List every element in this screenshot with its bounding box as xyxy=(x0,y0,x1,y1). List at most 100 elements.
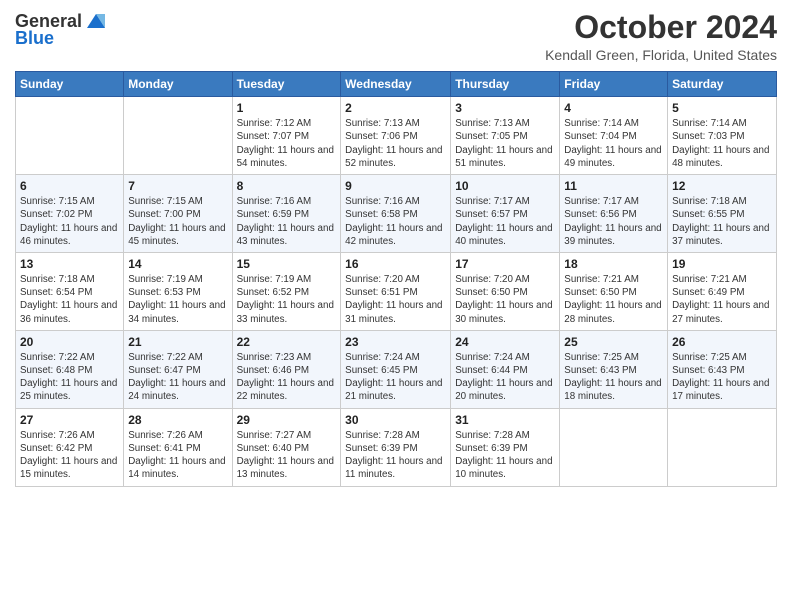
calendar-cell: 30 Sunrise: 7:28 AMSunset: 6:39 PMDayligh… xyxy=(341,408,451,486)
day-number: 15 xyxy=(237,257,337,271)
day-number: 1 xyxy=(237,101,337,115)
day-number: 30 xyxy=(345,413,446,427)
calendar-week-row: 13Sunrise: 7:18 AMSunset: 6:54 PMDayligh… xyxy=(16,252,777,330)
day-number: 3 xyxy=(455,101,555,115)
day-header-tuesday: Tuesday xyxy=(232,72,341,97)
day-number: 4 xyxy=(564,101,663,115)
day-number: 7 xyxy=(128,179,227,193)
calendar-cell: 24 Sunrise: 7:24 AMSunset: 6:44 PMDayligh… xyxy=(451,330,560,408)
calendar-cell: 6Sunrise: 7:15 AMSunset: 7:02 PMDaylight… xyxy=(16,175,124,253)
day-info: Sunrise: 7:24 AMSunset: 6:45 PMDaylight:… xyxy=(345,351,446,404)
calendar-week-row: 27Sunrise: 7:26 AMSunset: 6:42 PMDayligh… xyxy=(16,408,777,486)
day-info: Sunrise: 7:16 AMSunset: 6:58 PMDaylight:… xyxy=(345,195,446,248)
calendar-cell: 7Sunrise: 7:15 AMSunset: 7:00 PMDaylight… xyxy=(124,175,232,253)
location: Kendall Green, Florida, United States xyxy=(545,47,777,63)
day-number: 24 xyxy=(455,335,555,349)
day-number: 21 xyxy=(128,335,227,349)
day-info: Sunrise: 7:19 AMSunset: 6:52 PMDaylight:… xyxy=(237,273,337,326)
day-number: 8 xyxy=(237,179,337,193)
calendar-cell: 8 Sunrise: 7:16 AMSunset: 6:59 PMDaylight… xyxy=(232,175,341,253)
header: General Blue October 2024 Kendall Green,… xyxy=(15,10,777,63)
day-info: Sunrise: 7:22 AMSunset: 6:48 PMDaylight:… xyxy=(20,351,119,404)
day-number: 20 xyxy=(20,335,119,349)
calendar-cell: 4 Sunrise: 7:14 AMSunset: 7:04 PMDaylight… xyxy=(560,97,668,175)
day-number: 9 xyxy=(345,179,446,193)
day-header-thursday: Thursday xyxy=(451,72,560,97)
day-info: Sunrise: 7:13 AMSunset: 7:05 PMDaylight:… xyxy=(455,117,555,170)
logo-triangle-icon xyxy=(85,10,107,32)
calendar-cell: 12 Sunrise: 7:18 AMSunset: 6:55 PMDayligh… xyxy=(668,175,777,253)
day-info: Sunrise: 7:25 AMSunset: 6:43 PMDaylight:… xyxy=(564,351,663,404)
calendar-cell: 10 Sunrise: 7:17 AMSunset: 6:57 PMDayligh… xyxy=(451,175,560,253)
day-info: Sunrise: 7:24 AMSunset: 6:44 PMDaylight:… xyxy=(455,351,555,404)
calendar-cell: 18 Sunrise: 7:21 AMSunset: 6:50 PMDayligh… xyxy=(560,252,668,330)
calendar-cell: 11 Sunrise: 7:17 AMSunset: 6:56 PMDayligh… xyxy=(560,175,668,253)
day-info: Sunrise: 7:28 AMSunset: 6:39 PMDaylight:… xyxy=(345,429,446,482)
calendar-cell xyxy=(560,408,668,486)
calendar-cell: 15 Sunrise: 7:19 AMSunset: 6:52 PMDayligh… xyxy=(232,252,341,330)
day-info: Sunrise: 7:25 AMSunset: 6:43 PMDaylight:… xyxy=(672,351,772,404)
calendar-cell: 9 Sunrise: 7:16 AMSunset: 6:58 PMDaylight… xyxy=(341,175,451,253)
day-number: 14 xyxy=(128,257,227,271)
calendar-cell: 26 Sunrise: 7:25 AMSunset: 6:43 PMDayligh… xyxy=(668,330,777,408)
day-info: Sunrise: 7:18 AMSunset: 6:55 PMDaylight:… xyxy=(672,195,772,248)
day-number: 16 xyxy=(345,257,446,271)
day-info: Sunrise: 7:21 AMSunset: 6:49 PMDaylight:… xyxy=(672,273,772,326)
calendar-cell: 31Sunrise: 7:28 AMSunset: 6:39 PMDayligh… xyxy=(451,408,560,486)
calendar-week-row: 6Sunrise: 7:15 AMSunset: 7:02 PMDaylight… xyxy=(16,175,777,253)
calendar-cell: 23 Sunrise: 7:24 AMSunset: 6:45 PMDayligh… xyxy=(341,330,451,408)
day-info: Sunrise: 7:18 AMSunset: 6:54 PMDaylight:… xyxy=(20,273,119,326)
calendar-cell: 3 Sunrise: 7:13 AMSunset: 7:05 PMDaylight… xyxy=(451,97,560,175)
day-info: Sunrise: 7:14 AMSunset: 7:04 PMDaylight:… xyxy=(564,117,663,170)
day-info: Sunrise: 7:20 AMSunset: 6:51 PMDaylight:… xyxy=(345,273,446,326)
calendar-cell: 5 Sunrise: 7:14 AMSunset: 7:03 PMDaylight… xyxy=(668,97,777,175)
calendar-cell xyxy=(16,97,124,175)
calendar-cell: 25 Sunrise: 7:25 AMSunset: 6:43 PMDayligh… xyxy=(560,330,668,408)
calendar-cell: 1 Sunrise: 7:12 AMSunset: 7:07 PMDaylight… xyxy=(232,97,341,175)
calendar-cell: 19 Sunrise: 7:21 AMSunset: 6:49 PMDayligh… xyxy=(668,252,777,330)
calendar-header-row: SundayMondayTuesdayWednesdayThursdayFrid… xyxy=(16,72,777,97)
day-info: Sunrise: 7:15 AMSunset: 7:02 PMDaylight:… xyxy=(20,195,119,248)
calendar-cell: 2Sunrise: 7:13 AMSunset: 7:06 PMDaylight… xyxy=(341,97,451,175)
day-number: 27 xyxy=(20,413,119,427)
calendar-cell: 20 Sunrise: 7:22 AMSunset: 6:48 PMDayligh… xyxy=(16,330,124,408)
calendar-table: SundayMondayTuesdayWednesdayThursdayFrid… xyxy=(15,71,777,486)
day-info: Sunrise: 7:23 AMSunset: 6:46 PMDaylight:… xyxy=(237,351,337,404)
day-info: Sunrise: 7:17 AMSunset: 6:57 PMDaylight:… xyxy=(455,195,555,248)
day-info: Sunrise: 7:22 AMSunset: 6:47 PMDaylight:… xyxy=(128,351,227,404)
day-info: Sunrise: 7:28 AMSunset: 6:39 PMDaylight:… xyxy=(455,429,555,482)
logo: General Blue xyxy=(15,10,107,49)
day-number: 11 xyxy=(564,179,663,193)
day-header-wednesday: Wednesday xyxy=(341,72,451,97)
day-number: 28 xyxy=(128,413,227,427)
day-number: 25 xyxy=(564,335,663,349)
day-number: 23 xyxy=(345,335,446,349)
calendar-cell xyxy=(668,408,777,486)
day-info: Sunrise: 7:14 AMSunset: 7:03 PMDaylight:… xyxy=(672,117,772,170)
day-info: Sunrise: 7:16 AMSunset: 6:59 PMDaylight:… xyxy=(237,195,337,248)
day-info: Sunrise: 7:20 AMSunset: 6:50 PMDaylight:… xyxy=(455,273,555,326)
day-header-saturday: Saturday xyxy=(668,72,777,97)
calendar-cell: 16 Sunrise: 7:20 AMSunset: 6:51 PMDayligh… xyxy=(341,252,451,330)
calendar-cell: 28Sunrise: 7:26 AMSunset: 6:41 PMDayligh… xyxy=(124,408,232,486)
day-header-monday: Monday xyxy=(124,72,232,97)
day-number: 18 xyxy=(564,257,663,271)
day-number: 26 xyxy=(672,335,772,349)
day-info: Sunrise: 7:17 AMSunset: 6:56 PMDaylight:… xyxy=(564,195,663,248)
day-number: 10 xyxy=(455,179,555,193)
day-header-friday: Friday xyxy=(560,72,668,97)
day-number: 19 xyxy=(672,257,772,271)
calendar-cell: 29Sunrise: 7:27 AMSunset: 6:40 PMDayligh… xyxy=(232,408,341,486)
calendar-cell: 14Sunrise: 7:19 AMSunset: 6:53 PMDayligh… xyxy=(124,252,232,330)
day-info: Sunrise: 7:21 AMSunset: 6:50 PMDaylight:… xyxy=(564,273,663,326)
day-number: 5 xyxy=(672,101,772,115)
calendar-cell xyxy=(124,97,232,175)
day-info: Sunrise: 7:12 AMSunset: 7:07 PMDaylight:… xyxy=(237,117,337,170)
calendar-cell: 17 Sunrise: 7:20 AMSunset: 6:50 PMDayligh… xyxy=(451,252,560,330)
day-number: 2 xyxy=(345,101,446,115)
calendar-cell: 22Sunrise: 7:23 AMSunset: 6:46 PMDayligh… xyxy=(232,330,341,408)
calendar-week-row: 20 Sunrise: 7:22 AMSunset: 6:48 PMDayligh… xyxy=(16,330,777,408)
day-info: Sunrise: 7:27 AMSunset: 6:40 PMDaylight:… xyxy=(237,429,337,482)
day-number: 17 xyxy=(455,257,555,271)
day-number: 12 xyxy=(672,179,772,193)
